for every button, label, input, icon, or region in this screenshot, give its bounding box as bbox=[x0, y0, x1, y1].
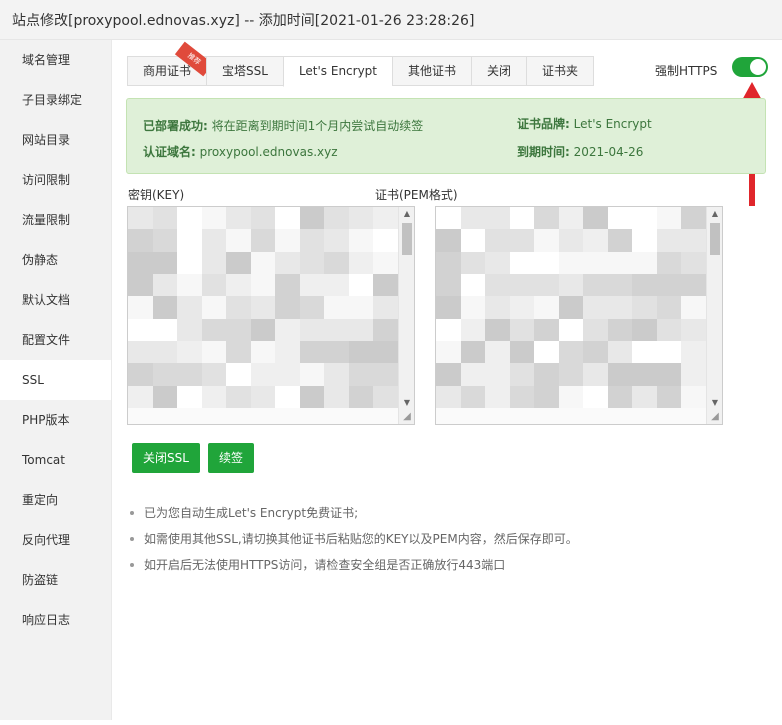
ssl-status-alert: 已部署成功: 将在距离到期时间1个月内尝试自动续签 认证域名: proxypoo… bbox=[126, 98, 766, 174]
resize-handle-icon[interactable]: ◢ bbox=[708, 410, 722, 424]
note-item: 已为您自动生成Let's Encrypt免费证书; bbox=[128, 500, 578, 526]
cert-textarea[interactable]: ▲ ▼ ◢ bbox=[435, 206, 723, 425]
sidebar-item-hotlink[interactable]: 防盗链 bbox=[0, 560, 111, 600]
tab-lets-encrypt[interactable]: Let's Encrypt bbox=[282, 56, 393, 87]
sidebar-item-proxy[interactable]: 反向代理 bbox=[0, 520, 111, 560]
sidebar-item-php[interactable]: PHP版本 bbox=[0, 400, 111, 440]
note-item: 如需使用其他SSL,请切换其他证书后粘贴您的KEY以及PEM内容，然后保存即可。 bbox=[128, 526, 578, 552]
expire-value: 2021-04-26 bbox=[573, 145, 644, 159]
tab-commercial-label: 商用证书 bbox=[143, 64, 192, 78]
sidebar-item-log[interactable]: 响应日志 bbox=[0, 600, 111, 640]
expire-row: 到期时间: 2021-04-26 bbox=[517, 143, 643, 160]
sidebar-item-access-limit[interactable]: 访问限制 bbox=[0, 160, 111, 200]
ssl-tabs: 商用证书 推荐 宝塔SSL Let's Encrypt 其他证书 关闭 证书夹 bbox=[127, 41, 595, 87]
force-https-toggle[interactable] bbox=[732, 57, 768, 77]
sidebar-item-ssl[interactable]: SSL bbox=[0, 360, 111, 400]
expire-key: 到期时间: bbox=[517, 145, 570, 159]
tab-commercial[interactable]: 商用证书 推荐 bbox=[127, 41, 214, 86]
cert-label: 证书(PEM格式) bbox=[375, 188, 458, 202]
sidebar-item-site-dir[interactable]: 网站目录 bbox=[0, 120, 111, 160]
key-scrollbar[interactable]: ▲ ▼ bbox=[398, 207, 414, 424]
window-title: 站点修改[proxypool.ednovas.xyz] -- 添加时间[2021… bbox=[12, 13, 475, 29]
scroll-down-icon[interactable]: ▼ bbox=[707, 396, 722, 410]
deployed-row: 已部署成功: 将在距离到期时间1个月内尝试自动续签 bbox=[143, 117, 423, 134]
scroll-down-icon[interactable]: ▼ bbox=[399, 396, 414, 410]
sidebar-item-subdir[interactable]: 子目录绑定 bbox=[0, 80, 111, 120]
sidebar: 域名管理 子目录绑定 网站目录 访问限制 流量限制 伪静态 默认文档 配置文件 … bbox=[0, 40, 112, 720]
toggle-knob bbox=[750, 59, 766, 75]
main-panel: 商用证书 推荐 宝塔SSL Let's Encrypt 其他证书 关闭 证书夹 … bbox=[112, 40, 782, 720]
renew-button[interactable]: 续签 bbox=[208, 443, 255, 473]
tab-other-cert[interactable]: 其他证书 bbox=[392, 56, 472, 86]
scroll-thumb[interactable] bbox=[402, 223, 412, 255]
cert-scrollbar[interactable]: ▲ ▼ bbox=[706, 207, 722, 424]
scroll-up-icon[interactable]: ▲ bbox=[399, 207, 414, 221]
blurred-cert-content bbox=[436, 207, 706, 408]
brand-row: 证书品牌: Let's Encrypt bbox=[517, 115, 652, 132]
sidebar-item-domain[interactable]: 域名管理 bbox=[0, 40, 111, 80]
sidebar-item-tomcat[interactable]: Tomcat bbox=[0, 440, 111, 480]
deployed-key: 已部署成功: bbox=[143, 119, 208, 133]
close-ssl-button[interactable]: 关闭SSL bbox=[132, 443, 200, 473]
domain-key: 认证域名: bbox=[143, 145, 196, 159]
domain-row: 认证域名: proxypool.ednovas.xyz bbox=[143, 143, 338, 160]
sidebar-item-rewrite[interactable]: 伪静态 bbox=[0, 240, 111, 280]
domain-value: proxypool.ednovas.xyz bbox=[199, 145, 338, 159]
tab-cert-folder[interactable]: 证书夹 bbox=[526, 56, 595, 86]
deployed-value: 将在距离到期时间1个月内尝试自动续签 bbox=[211, 119, 424, 133]
brand-value: Let's Encrypt bbox=[573, 117, 652, 131]
window-titlebar: 站点修改[proxypool.ednovas.xyz] -- 添加时间[2021… bbox=[0, 0, 782, 40]
brand-key: 证书品牌: bbox=[517, 117, 570, 131]
force-https-label: 强制HTTPS bbox=[655, 64, 718, 78]
sidebar-item-config[interactable]: 配置文件 bbox=[0, 320, 111, 360]
scroll-up-icon[interactable]: ▲ bbox=[707, 207, 722, 221]
scroll-thumb[interactable] bbox=[710, 223, 720, 255]
tab-close[interactable]: 关闭 bbox=[471, 56, 527, 86]
resize-handle-icon[interactable]: ◢ bbox=[400, 410, 414, 424]
sidebar-item-default-doc[interactable]: 默认文档 bbox=[0, 280, 111, 320]
note-item: 如开启后无法使用HTTPS访问，请检查安全组是否正确放行443端口 bbox=[128, 552, 578, 578]
sidebar-item-traffic-limit[interactable]: 流量限制 bbox=[0, 200, 111, 240]
key-label: 密钥(KEY) bbox=[128, 188, 185, 202]
help-notes: 已为您自动生成Let's Encrypt免费证书; 如需使用其他SSL,请切换其… bbox=[128, 500, 578, 578]
key-textarea[interactable]: ▲ ▼ ◢ bbox=[127, 206, 415, 425]
tab-bt-ssl[interactable]: 宝塔SSL bbox=[206, 56, 283, 86]
sidebar-item-redirect[interactable]: 重定向 bbox=[0, 480, 111, 520]
blurred-key-content bbox=[128, 207, 398, 408]
